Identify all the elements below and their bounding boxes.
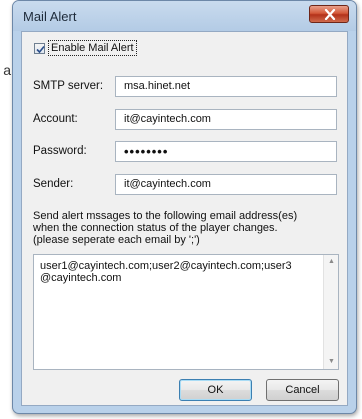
checkmark-icon bbox=[36, 45, 45, 54]
ok-button[interactable]: OK bbox=[179, 379, 252, 401]
instructions-line-3: (please seperate each email by ';') bbox=[33, 234, 200, 246]
scroll-down-arrow-icon[interactable]: ▼ bbox=[328, 358, 335, 365]
background-text-fragment: a bbox=[0, 62, 12, 82]
enable-mail-alert-checkbox[interactable] bbox=[34, 43, 45, 54]
cancel-button[interactable]: Cancel bbox=[266, 379, 339, 401]
recipients-line-2: @cayintech.com bbox=[40, 272, 122, 284]
instructions-line-1: Send alert mssages to the following emai… bbox=[33, 210, 298, 222]
password-label: Password: bbox=[33, 145, 87, 157]
sender-label: Sender: bbox=[33, 178, 74, 190]
dialog-title: Mail Alert bbox=[23, 9, 77, 24]
sender-field[interactable]: it@cayintech.com bbox=[115, 174, 337, 195]
recipients-textarea[interactable]: user1@cayintech.com;user2@cayintech.com;… bbox=[33, 254, 339, 370]
dialog-body: Enable Mail Alert SMTP server: msa.hinet… bbox=[21, 31, 348, 406]
background-letter: a bbox=[3, 62, 11, 78]
scroll-up-arrow-icon[interactable]: ▲ bbox=[328, 258, 335, 265]
recipients-scrollbar[interactable]: ▲ ▼ bbox=[323, 255, 338, 369]
instructions-line-2: when the connection status of the player… bbox=[33, 222, 278, 234]
smtp-server-label: SMTP server: bbox=[33, 80, 104, 92]
account-field[interactable]: it@cayintech.com bbox=[115, 109, 337, 130]
account-label: Account: bbox=[33, 113, 78, 125]
recipients-line-1: user1@cayintech.com;user2@cayintech.com;… bbox=[40, 260, 292, 272]
recipients-text[interactable]: user1@cayintech.com;user2@cayintech.com;… bbox=[40, 260, 320, 284]
enable-mail-alert-row[interactable]: Enable Mail Alert bbox=[34, 40, 154, 57]
enable-mail-alert-label[interactable]: Enable Mail Alert bbox=[48, 40, 137, 56]
mail-alert-dialog: Mail Alert Enable Mail Alert SMTP server… bbox=[12, 0, 357, 414]
smtp-server-field[interactable]: msa.hinet.net bbox=[115, 76, 337, 97]
close-x-icon bbox=[324, 9, 336, 20]
close-button[interactable] bbox=[309, 5, 349, 23]
password-field[interactable]: •••••••• bbox=[115, 141, 337, 162]
title-bar[interactable]: Mail Alert bbox=[13, 1, 356, 31]
recipients-instructions: Send alert mssages to the following emai… bbox=[33, 210, 338, 246]
